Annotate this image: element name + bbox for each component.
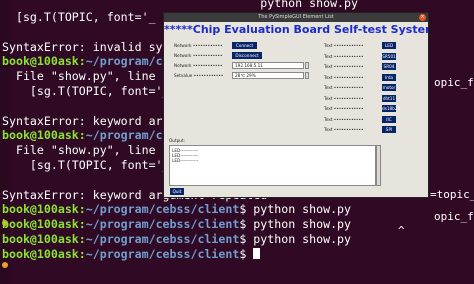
window-titlebar[interactable]: The PySimpleGUI Element List × xyxy=(164,13,428,22)
device-button-ds18b20[interactable]: ds18b20 xyxy=(382,105,400,112)
terminal-line: File "show.py", line 63 xyxy=(2,143,177,158)
network-label: Network •••••••••••• xyxy=(174,53,223,58)
connect-button[interactable]: Connect xyxy=(232,42,257,49)
text-label: Text •••••••••••• xyxy=(324,116,364,122)
disconnect-button[interactable]: Disconnect xyxy=(232,52,262,59)
prompt-user: book@100ask xyxy=(2,54,79,69)
ip-spinner[interactable] xyxy=(305,62,309,69)
terminal-line: book@100ask:~/program/cebss/client$ xyxy=(2,246,261,261)
output-textarea[interactable]: LED------------ LED------------ LED-----… xyxy=(169,145,376,186)
page-title: *****Chip Evaluation Board Self-test Sys… xyxy=(164,23,428,36)
device-button-sr04[interactable]: SR04 xyxy=(382,63,396,70)
text-label: Text •••••••••••• xyxy=(324,127,364,132)
terminal-line: python show.py xyxy=(260,0,358,10)
prompt-user: book@100ask xyxy=(2,128,79,143)
prompt-separator: : xyxy=(78,128,86,143)
setvalue-label: Setvalue •••••••••••• xyxy=(174,73,224,78)
text-label: Text •••••••••••• xyxy=(324,95,364,101)
prompt-user: book@100ask xyxy=(2,217,79,232)
setvalue-spinner[interactable] xyxy=(305,72,309,79)
text-label-caption: Text xyxy=(324,106,333,111)
prompt-separator: : xyxy=(78,54,86,69)
prompt-path: ~/program/cebss/client xyxy=(85,202,240,217)
terminal-line: book@100ask:~/program/cebss/client$ pyth… xyxy=(2,202,351,216)
text-label-caption: Text xyxy=(324,85,333,90)
text-label: Text •••••••••••• xyxy=(324,85,364,90)
text-label-caption: Text xyxy=(324,116,333,122)
prompt-separator: : xyxy=(78,232,86,246)
terminal-line: book@100ask:~/program/cebss/client$ pyth… xyxy=(2,232,351,246)
text-label-caption: Text xyxy=(324,127,333,132)
prompt-separator: : xyxy=(78,217,86,232)
prompt-separator: : xyxy=(78,202,86,217)
text-label: Text •••••••••••• xyxy=(324,106,364,111)
terminal-fragment: opic_fo xyxy=(434,210,474,223)
terminal-line: book@100ask:~/program/cebss/client$ pyth… xyxy=(2,217,351,231)
text-label: Text •••••••••••• xyxy=(324,64,364,69)
text-label-caption: Text xyxy=(324,74,333,80)
prompt-user: book@100ask xyxy=(2,202,79,217)
device-button-dht11[interactable]: dht11 xyxy=(382,94,396,102)
ip-address-field[interactable]: 192.168.5.11 xyxy=(232,62,304,69)
quit-button[interactable]: Quit xyxy=(170,188,184,195)
text-label-caption: Text xyxy=(324,64,333,69)
text-label-caption: Text xyxy=(324,43,333,48)
prompt-user: book@100ask xyxy=(2,232,79,246)
terminal-line: [sg.T(TOPIC, font='_ 1 xyxy=(2,158,184,172)
pysimplegui-window[interactable]: The PySimpleGUI Element List × *****Chip… xyxy=(163,12,429,198)
launcher-indicator-icon xyxy=(2,262,8,268)
prompt-command: $ python show.py xyxy=(239,217,352,232)
prompt-separator: : xyxy=(78,246,86,261)
terminal-line: [sg.T(TOPIC, font='_ 1 xyxy=(2,84,184,98)
prompt-path: ~/program/cebss/client xyxy=(85,232,240,246)
terminal-fragment: =topic_fo xyxy=(430,188,474,201)
terminal-fragment: opic_fo xyxy=(434,76,474,89)
text-label: Text •••••••••••• xyxy=(324,53,364,59)
text-label: Text •••••••••••• xyxy=(324,74,364,80)
device-button-motor[interactable]: motor xyxy=(382,84,396,91)
text-label-caption: Text xyxy=(324,53,333,59)
terminal-cursor xyxy=(253,247,261,259)
device-button-iic[interactable]: IIC xyxy=(382,115,396,123)
text-label: Text •••••••••••• xyxy=(324,43,364,48)
prompt-command: $ python show.py xyxy=(239,232,352,246)
output-scrollbar[interactable] xyxy=(376,145,381,186)
device-button-irda[interactable]: Irda xyxy=(382,73,396,81)
network-label: Network •••••••••••• xyxy=(174,43,223,48)
terminal-line: SyntaxError: keyword argum xyxy=(2,113,184,128)
close-icon[interactable]: × xyxy=(419,14,426,21)
prompt-user: book@100ask xyxy=(2,246,79,261)
output-line: LED------------ xyxy=(172,158,199,163)
prompt-command: $ xyxy=(239,246,254,261)
text-label-caption: Text xyxy=(324,95,333,101)
prompt-command: $ python show.py xyxy=(239,202,352,217)
output-label: Output: xyxy=(169,138,185,143)
terminal-line: [sg.T(TOPIC, font='_ 1 xyxy=(2,10,170,24)
device-button-spi[interactable]: SPI xyxy=(382,126,396,133)
terminal-line: File "show.py", line 63 xyxy=(2,69,177,84)
setvalue-field[interactable]: 28℃ 29% xyxy=(232,72,304,79)
device-button-led[interactable]: LED xyxy=(382,42,396,49)
device-button-sr501[interactable]: SR501 xyxy=(382,52,396,60)
prompt-path: ~/program/cebss/client xyxy=(85,246,240,261)
terminal-fragment: ^ xyxy=(398,224,405,237)
window-title: The PySimpleGUI Element List xyxy=(258,14,334,20)
network-label: Network •••••••••••• xyxy=(174,63,223,68)
prompt-path: ~/program/cebss/client xyxy=(85,217,240,232)
terminal-line: SyntaxError: invalid synta xyxy=(2,39,184,54)
